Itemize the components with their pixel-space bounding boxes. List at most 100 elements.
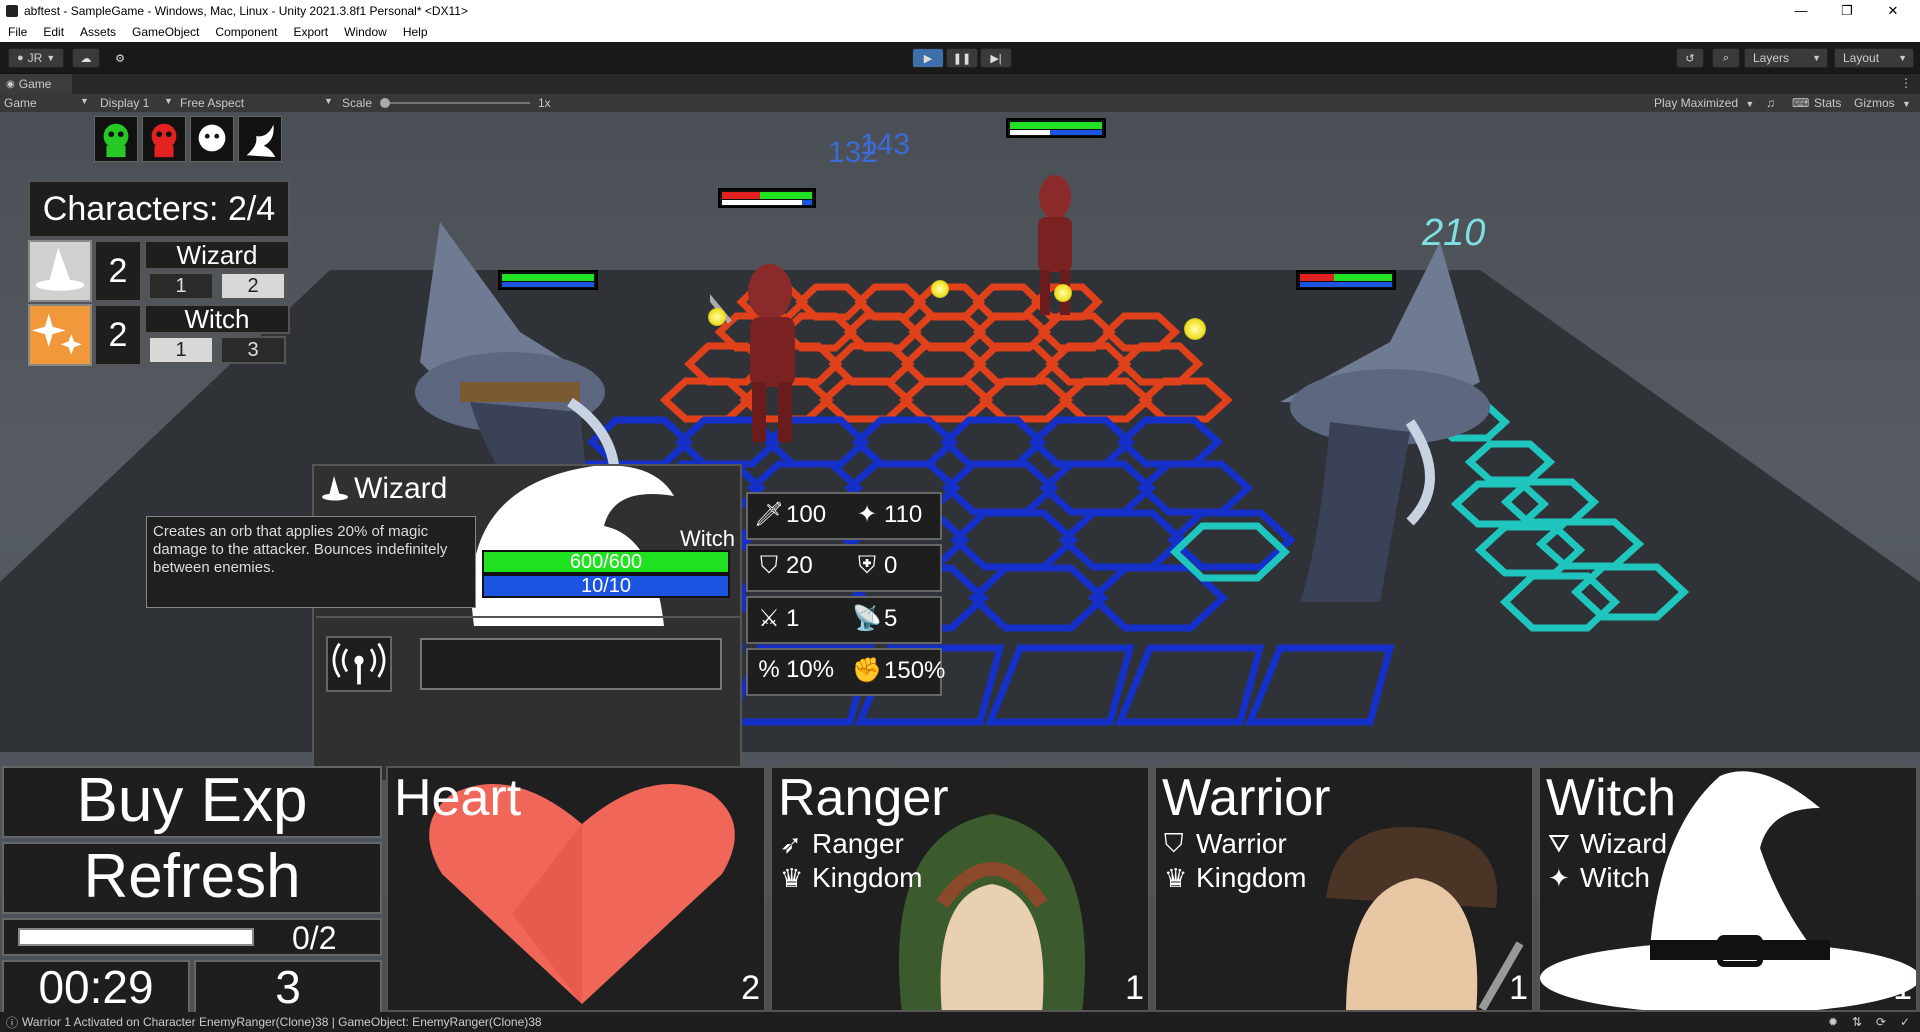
stat-item: ⛉ 20 <box>752 552 813 580</box>
stat-value: 150% <box>884 656 946 684</box>
green-goblin-icon[interactable] <box>94 116 138 162</box>
shop-card-heart[interactable]: Heart 2 <box>386 766 766 1012</box>
keyboard-icon[interactable]: ⌨ <box>1792 96 1809 110</box>
wizard-hat-icon <box>28 240 92 302</box>
view-select-dropdown[interactable]: Game ▼ <box>4 96 89 110</box>
step-button[interactable]: ▶| <box>980 48 1012 68</box>
menu-assets[interactable]: Assets <box>80 25 116 39</box>
menu-file[interactable]: File <box>8 25 27 39</box>
scale-slider-handle[interactable] <box>380 98 390 108</box>
play-button[interactable]: ▶ <box>912 48 944 68</box>
round-timer: 00:29 <box>2 960 190 1012</box>
info-icon: ⓘ <box>6 1015 19 1030</box>
shop-card-warrior[interactable]: Warrior ⛉ Warrior ♛ Kingdom 1 <box>1154 766 1534 1012</box>
card-trait-label: Wizard <box>1580 828 1668 859</box>
play-mode-dropdown[interactable]: Play Maximized ▼ <box>1654 96 1754 110</box>
refresh-button[interactable]: Refresh <box>2 842 382 914</box>
tab-game-label: Game <box>18 77 52 91</box>
close-button[interactable]: ✕ <box>1870 0 1916 22</box>
collab-icon[interactable]: ⚙ <box>108 48 132 68</box>
white-beast-icon[interactable] <box>190 116 234 162</box>
card-trait-label: Warrior <box>1196 828 1287 859</box>
account-dropdown[interactable]: ● JR ▼ <box>8 48 64 68</box>
aspect-label: Free Aspect <box>180 96 245 110</box>
dragon-icon[interactable] <box>238 116 282 162</box>
game-tab-row: ◉ Game ⋮ <box>0 74 1920 94</box>
gizmos-dropdown[interactable]: Gizmos ▼ <box>1854 96 1911 110</box>
crown-icon: ♛ <box>1164 862 1188 893</box>
card-trait-label: Ranger <box>812 828 904 859</box>
history-icon[interactable]: ↺ <box>1676 48 1704 68</box>
bug-icon[interactable]: ✹ <box>1828 1015 1838 1029</box>
trait-row-witch[interactable]: 2 Witch 1 3 <box>28 304 290 366</box>
network-icon[interactable]: ⇅ <box>1852 1015 1862 1029</box>
play-mode-label: Play Maximized <box>1654 96 1739 110</box>
stat-item: ✊ 150% <box>850 656 945 685</box>
stat-value: 5 <box>884 604 898 632</box>
item-slot[interactable] <box>420 638 722 690</box>
check-icon[interactable]: ✓ <box>1900 1015 1910 1029</box>
wizard-hat-icon: ⛛ <box>1548 828 1570 858</box>
chevron-down-icon: ▼ <box>1745 99 1755 109</box>
menu-edit[interactable]: Edit <box>43 25 64 39</box>
crit-fist-icon: ✊ <box>852 657 882 684</box>
sync-icon[interactable]: ⟳ <box>1876 1015 1886 1029</box>
damage-number: 210 <box>1422 212 1486 254</box>
card-trait: ♛ Kingdom <box>780 862 923 894</box>
trait-tier-active: 1 <box>148 336 214 364</box>
stat-item: 🗡 100 <box>752 500 826 529</box>
stat-value: 110 <box>884 500 923 528</box>
divider <box>316 616 740 618</box>
chevron-down-icon: ▼ <box>80 96 89 106</box>
gold-counter: 3 <box>194 960 382 1012</box>
layers-label: Layers <box>1753 51 1790 65</box>
magic-orb <box>931 280 949 298</box>
red-knight-model[interactable] <box>710 262 860 462</box>
stat-value: 20 <box>786 552 813 579</box>
aspect-dropdown[interactable]: Free Aspect ▼ <box>180 96 334 110</box>
ability-icon[interactable] <box>326 636 392 692</box>
card-trait-label: Witch <box>1580 862 1650 893</box>
layout-label: Layout <box>1843 51 1880 65</box>
trait-row-wizard[interactable]: 2 Wizard 1 2 <box>28 240 290 302</box>
search-icon[interactable]: ⌕ <box>1712 48 1740 68</box>
game-controller-icon: ◉ <box>6 78 15 90</box>
red-goblin-icon[interactable] <box>142 116 186 162</box>
card-trait: ⛛ Wizard <box>1548 828 1667 860</box>
magic-shield-icon: ⛨ <box>858 552 876 579</box>
pause-button[interactable]: ❚❚ <box>946 48 978 68</box>
scale-slider[interactable] <box>380 98 530 108</box>
title-bar: abftest - SampleGame - Windows, Mac, Lin… <box>0 0 1920 22</box>
unit-mana-bar: 10/10 <box>482 574 730 598</box>
bow-icon: ➶ <box>780 828 802 859</box>
menu-component[interactable]: Component <box>215 25 277 39</box>
percent-icon: % <box>758 656 780 683</box>
mute-audio-icon[interactable]: ♫ <box>1766 96 1775 110</box>
status-bar[interactable]: ⓘ Warrior 1 Activated on Character Enemy… <box>0 1012 1920 1032</box>
minimize-button[interactable]: — <box>1778 0 1824 22</box>
maximize-button[interactable]: ❐ <box>1824 0 1870 22</box>
unit-trait-label: Witch <box>680 526 735 551</box>
menu-export[interactable]: Export <box>293 25 328 39</box>
menu-help[interactable]: Help <box>403 25 428 39</box>
tab-game[interactable]: ◉ Game <box>0 74 72 94</box>
shop-card-witch[interactable]: Witch ⛛ Wizard ✦ Witch 1 <box>1538 766 1918 1012</box>
stat-item: ✦ 110 <box>850 500 922 529</box>
display-dropdown[interactable]: Display 1 ▼ <box>100 96 173 110</box>
menu-gameobject[interactable]: GameObject <box>132 25 199 39</box>
unity-logo-icon <box>6 5 18 17</box>
damage-number: 143 <box>860 128 911 161</box>
unit-name: Wizard <box>354 472 448 505</box>
menu-window[interactable]: Window <box>344 25 387 39</box>
buy-exp-button[interactable]: Buy Exp <box>2 766 382 838</box>
stat-value: 100 <box>786 500 827 528</box>
layout-dropdown[interactable]: Layout ▼ <box>1834 48 1914 68</box>
sword-icon: 🗡 <box>753 501 785 528</box>
more-options-icon[interactable]: ⋮ <box>1900 76 1912 90</box>
cloud-icon[interactable]: ☁ <box>72 48 100 68</box>
stats-button[interactable]: Stats <box>1814 96 1841 110</box>
layers-dropdown[interactable]: Layers ▼ <box>1744 48 1828 68</box>
exp-text: 0/2 <box>292 920 337 956</box>
shop-card-ranger[interactable]: Ranger ➶ Ranger ♛ Kingdom 1 <box>770 766 1150 1012</box>
red-knight-enemy-model[interactable] <box>1010 172 1100 322</box>
